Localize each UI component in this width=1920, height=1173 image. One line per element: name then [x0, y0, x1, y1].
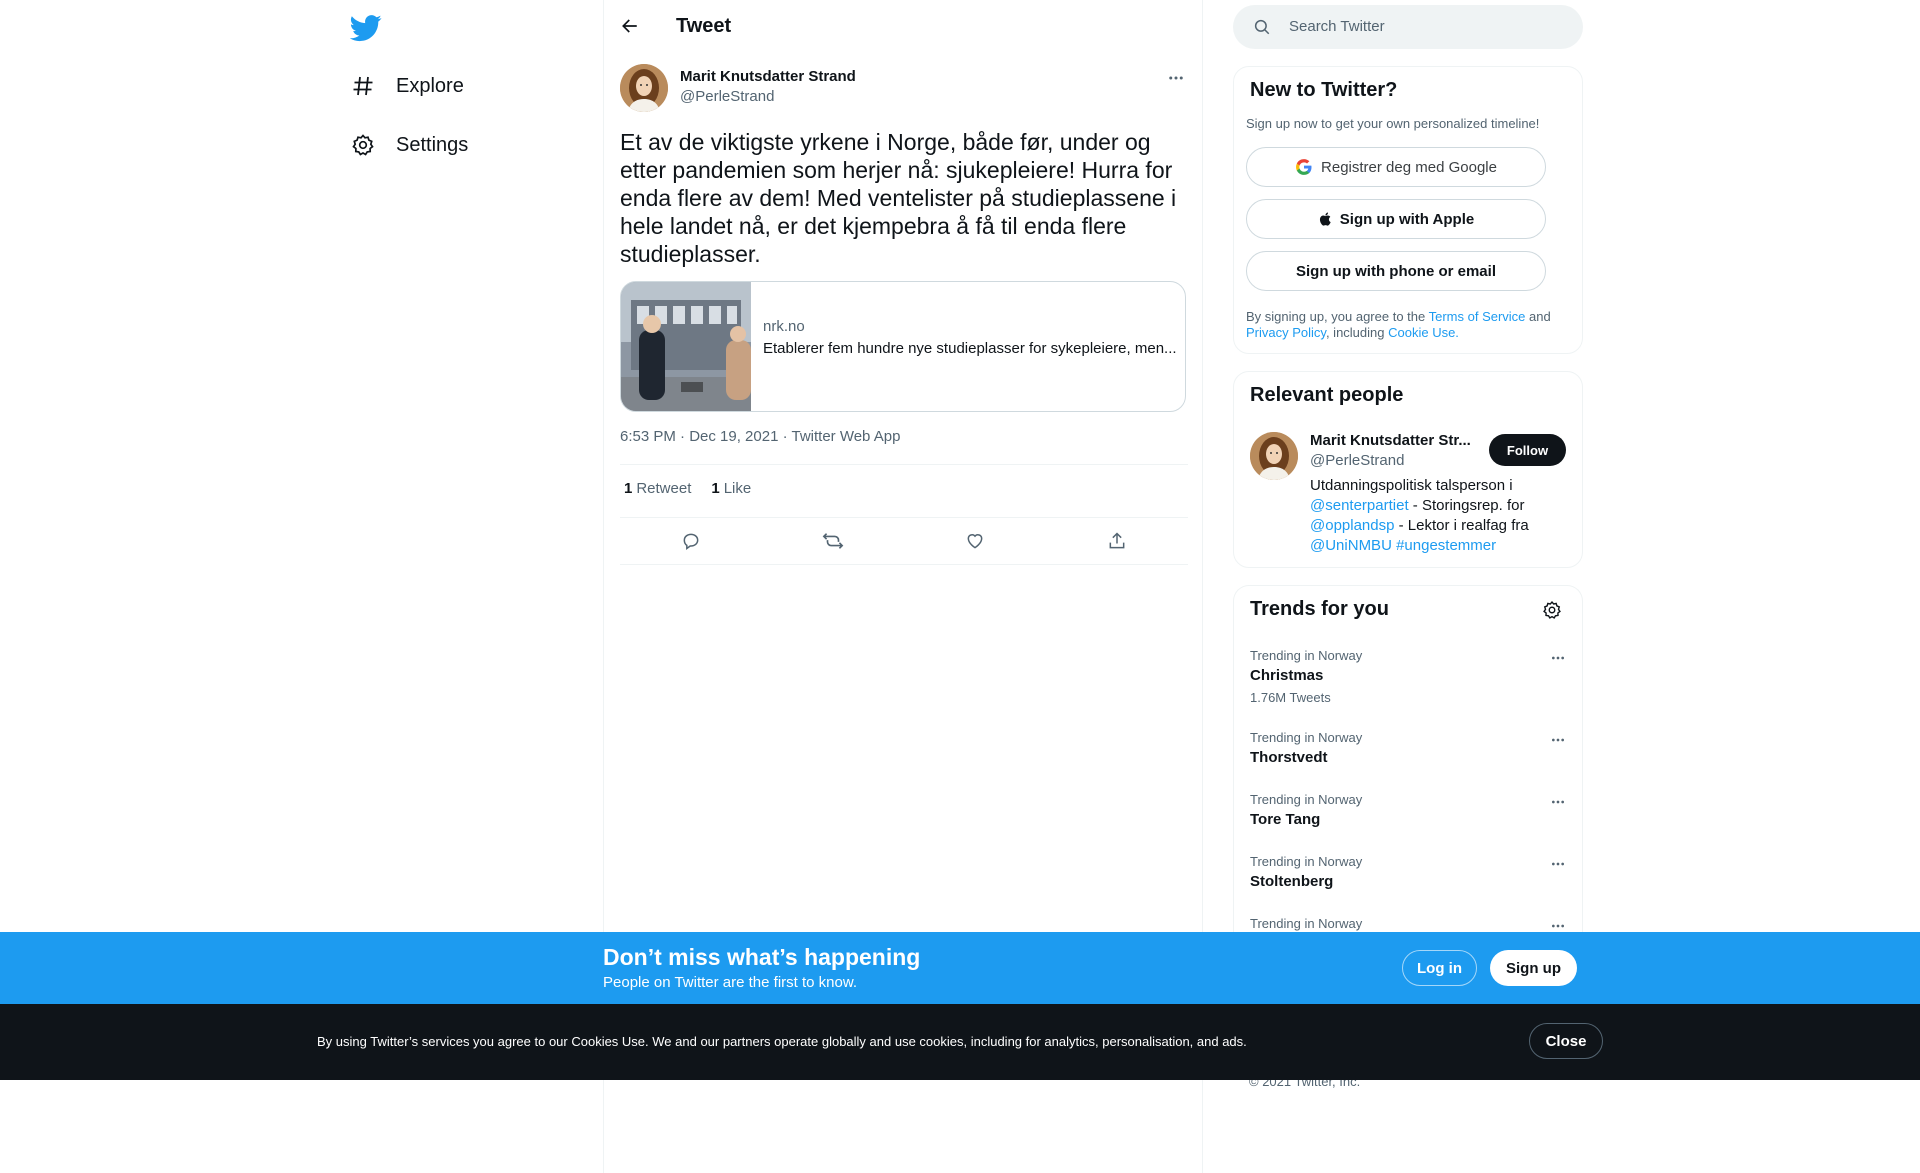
reply-icon[interactable] [674, 524, 708, 558]
relevant-bio: Utdanningspolitisk talsperson i @senterp… [1310, 476, 1560, 556]
divider [620, 517, 1188, 518]
trend-name: Tore Tang [1250, 811, 1321, 828]
link-card-domain: nrk.no [763, 318, 805, 335]
google-icon [1295, 158, 1313, 176]
like-stat-label: Like [723, 480, 752, 497]
trend-name: Thorstvedt [1250, 749, 1328, 766]
share-icon[interactable] [1100, 524, 1134, 558]
bio-text: - Lektor i realfag fra [1394, 517, 1529, 534]
search-icon [1253, 18, 1271, 36]
trend-count: 1.76M Tweets [1250, 690, 1331, 705]
more-icon[interactable] [1546, 648, 1570, 668]
cookie-text: By using Twitter’s services you agree to… [317, 1034, 1247, 1049]
like-icon[interactable] [958, 524, 992, 558]
apple-icon [1318, 210, 1334, 228]
privacy-link[interactable]: Privacy Policy [1246, 325, 1326, 340]
signup-legal: By signing up, you agree to the Terms of… [1246, 309, 1566, 341]
bio-text: - Storingsrep. for [1408, 497, 1525, 514]
follow-button[interactable]: Follow [1489, 434, 1566, 466]
relevant-title: Relevant people [1250, 384, 1404, 406]
trend-name: Stoltenberg [1250, 873, 1334, 890]
signup-title: New to Twitter? [1250, 79, 1398, 101]
retweet-icon[interactable] [816, 524, 850, 558]
relevant-avatar[interactable] [1250, 432, 1298, 480]
bio-hashtag-link[interactable]: #ungestemmer [1396, 537, 1496, 554]
link-card-description: Etablerer fem hundre nye studieplasser f… [763, 340, 1177, 357]
search-placeholder: Search Twitter [1289, 18, 1385, 35]
tweet-stats: 1 Retweet 1 Like [624, 480, 751, 497]
more-icon[interactable] [1546, 730, 1570, 750]
trend-name: Christmas [1250, 667, 1324, 684]
retweet-count: 1 [624, 480, 633, 497]
retweet-stat-label: Retweet [636, 480, 692, 497]
twitter-logo-icon[interactable] [350, 12, 386, 48]
login-button[interactable]: Log in [1402, 950, 1477, 986]
trends-title: Trends for you [1250, 598, 1389, 620]
back-arrow-icon[interactable] [618, 14, 642, 38]
apple-signup-label: Sign up with Apple [1339, 210, 1475, 228]
relevant-handle[interactable]: @PerleStrand [1310, 452, 1404, 469]
signup-button[interactable]: Sign up [1490, 950, 1577, 986]
nav-settings-label: Settings [396, 133, 469, 156]
trend-context: Trending in Norway [1250, 916, 1363, 931]
hashtag-icon [350, 73, 376, 99]
tweet-text: Et av de viktigste yrkene i Norge, både … [620, 129, 1177, 267]
bio-link-senterpartiet[interactable]: @senterpartiet [1310, 497, 1409, 514]
relevant-people-panel: Relevant people Marit Knutsdatter Str...… [1233, 371, 1583, 568]
trend-context: Trending in Norway [1250, 792, 1363, 807]
nav-explore-label: Explore [396, 74, 464, 97]
apple-signup-button[interactable]: Sign up with Apple [1246, 199, 1546, 239]
divider [620, 464, 1188, 465]
more-icon[interactable] [1546, 792, 1570, 812]
author-name[interactable]: Marit Knutsdatter Strand [680, 68, 856, 85]
signup-panel: New to Twitter? Sign up now to get your … [1233, 66, 1583, 354]
tweet-header: Tweet [604, 0, 1204, 53]
link-card[interactable]: nrk.no Etablerer fem hundre nye studiepl… [620, 281, 1186, 412]
search-input[interactable]: Search Twitter [1233, 5, 1583, 49]
phone-signup-label: Sign up with phone or email [1295, 262, 1496, 280]
like-stat[interactable]: 1 Like [711, 480, 751, 497]
bio-link-uninmbu[interactable]: @UniNMBU [1310, 537, 1392, 554]
google-signup-button[interactable]: Registrer deg med Google [1246, 147, 1546, 187]
trend-item[interactable]: Trending in Norway Tore Tang [1250, 792, 1570, 828]
close-button[interactable]: Close [1529, 1023, 1603, 1059]
tweet-timestamp[interactable]: 6:53 PM · Dec 19, 2021 · Twitter Web App [620, 428, 900, 445]
trend-item[interactable]: Trending in Norway Thorstvedt [1250, 730, 1570, 766]
google-signup-label: Registrer deg med Google [1321, 158, 1497, 176]
more-icon[interactable] [1164, 66, 1188, 90]
cookie-link[interactable]: Cookie Use. [1388, 325, 1459, 340]
tweet-actions [620, 524, 1188, 558]
trend-item[interactable]: Trending in Norway Christmas 1.76M Tweet… [1250, 648, 1570, 705]
nav-item-explore[interactable]: Explore [350, 64, 464, 108]
legal-text-2: and [1525, 309, 1551, 324]
legal-text-3: , including [1325, 325, 1389, 340]
trend-item[interactable]: Trending in Norway Stoltenberg [1250, 854, 1570, 890]
link-card-image [621, 282, 751, 411]
nav-item-settings[interactable]: Settings [350, 123, 468, 167]
phone-signup-button[interactable]: Sign up with phone or email [1246, 251, 1546, 291]
trend-context: Trending in Norway [1250, 854, 1363, 869]
bio-link-opplandsp[interactable]: @opplandsp [1310, 517, 1394, 534]
gear-icon [350, 132, 376, 158]
cookie-banner: By using Twitter’s services you agree to… [0, 1004, 1920, 1080]
relevant-name[interactable]: Marit Knutsdatter Str... [1310, 432, 1480, 449]
trend-context: Trending in Norway [1250, 648, 1363, 663]
like-count: 1 [711, 480, 720, 497]
banner-heading: Don’t miss what’s happening [603, 944, 921, 970]
banner-subtitle: People on Twitter are the first to know. [603, 974, 858, 991]
author-avatar[interactable] [620, 64, 668, 112]
divider [620, 564, 1188, 565]
retweet-stat[interactable]: 1 Retweet [624, 480, 691, 497]
signup-subtitle: Sign up now to get your own personalized… [1246, 116, 1540, 131]
page-title: Tweet [676, 15, 732, 37]
dont-miss-banner: Don’t miss what’s happening People on Tw… [0, 932, 1920, 1004]
legal-text-1: By signing up, you agree to the [1246, 309, 1429, 324]
trends-settings-gear-icon[interactable] [1542, 600, 1564, 622]
bio-text: Utdanningspolitisk talsperson i [1310, 477, 1513, 494]
trend-context: Trending in Norway [1250, 730, 1363, 745]
terms-link[interactable]: Terms of Service [1429, 309, 1526, 324]
more-icon[interactable] [1546, 854, 1570, 874]
author-handle[interactable]: @PerleStrand [680, 88, 774, 105]
